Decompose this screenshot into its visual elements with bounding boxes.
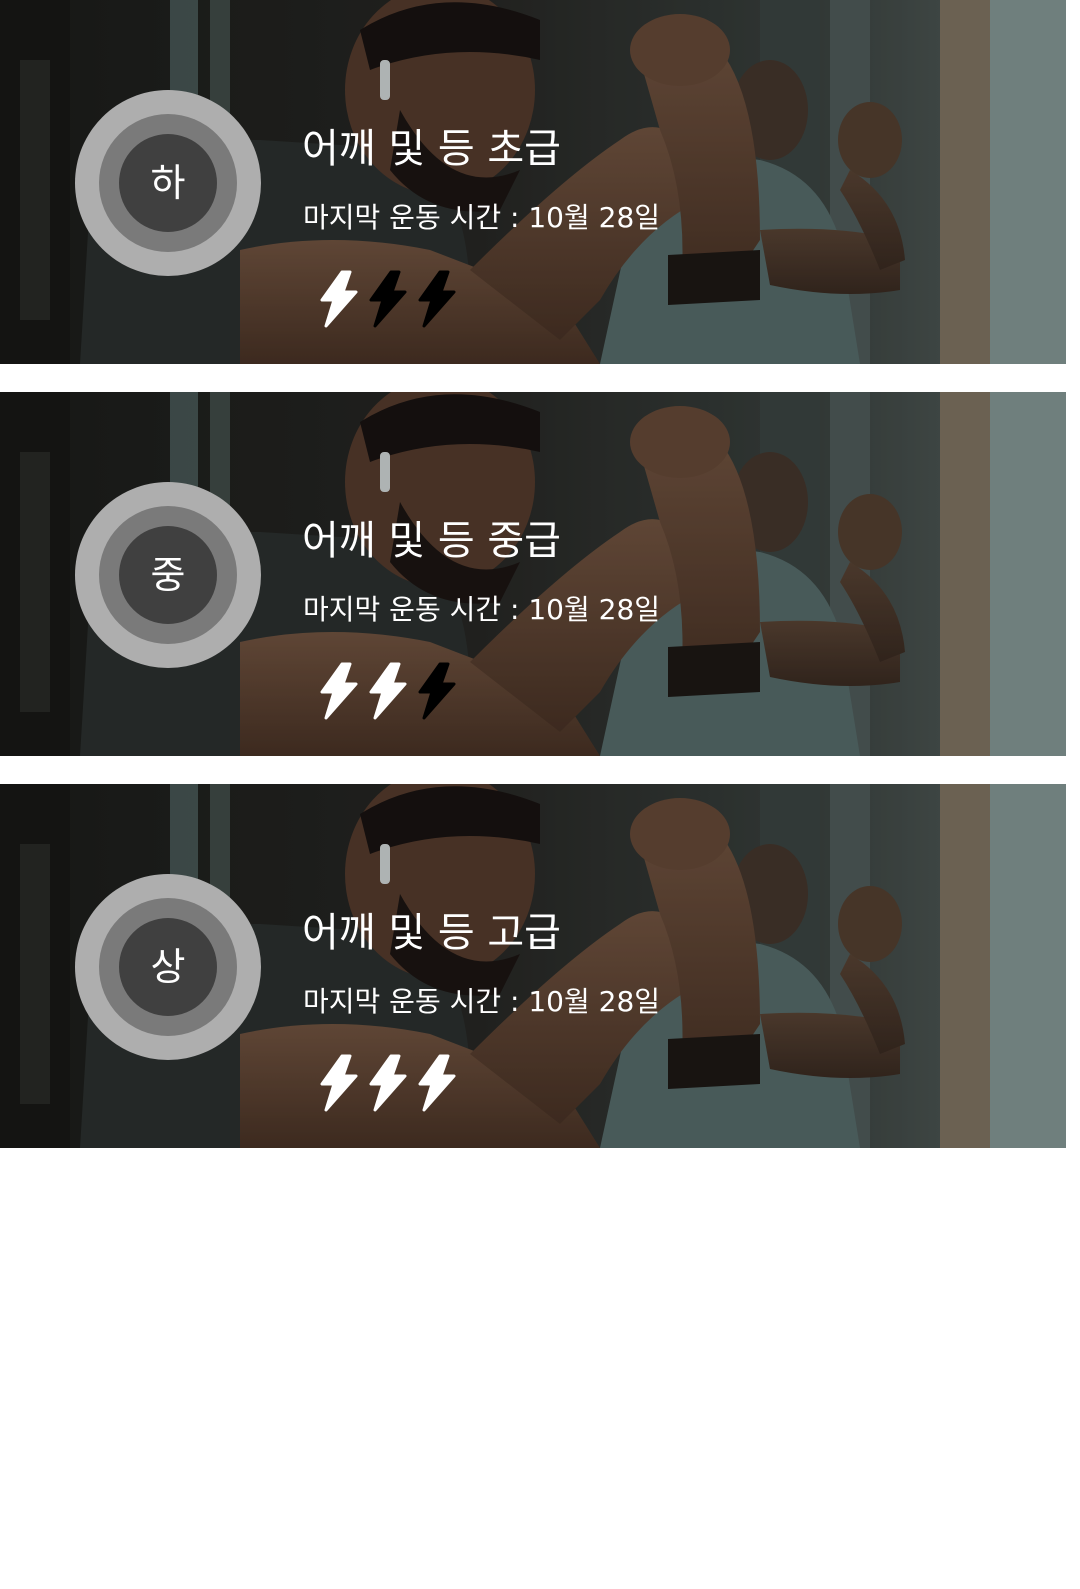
workout-list: 하 어깨 및 등 초급 마지막 운동 시간 : 10월 28일 중 어깨 및 등… xyxy=(0,0,1080,1589)
lightning-bolt-icon-filled xyxy=(316,1054,362,1112)
last-workout-time: 마지막 운동 시간 : 10월 28일 xyxy=(303,201,661,234)
intensity-rating xyxy=(316,270,466,330)
intensity-rating xyxy=(316,1054,466,1114)
lightning-bolt-icon-filled xyxy=(316,270,362,328)
level-badge: 중 xyxy=(75,482,261,668)
lightning-bolt-icon-filled xyxy=(365,662,411,720)
level-badge-text: 하 xyxy=(150,161,186,205)
workout-card-advanced[interactable]: 상 어깨 및 등 고급 마지막 운동 시간 : 10월 28일 xyxy=(0,784,1066,1148)
workout-title: 어깨 및 등 고급 xyxy=(302,910,561,956)
level-badge-text: 중 xyxy=(150,553,186,597)
lightning-bolt-icon-empty xyxy=(414,662,460,720)
intensity-rating xyxy=(316,662,466,722)
lightning-bolt-icon-filled xyxy=(316,662,362,720)
lightning-bolt-icon-empty xyxy=(365,270,411,328)
level-badge-text: 상 xyxy=(150,945,186,989)
lightning-bolt-icon-empty xyxy=(414,270,460,328)
level-badge: 하 xyxy=(75,90,261,276)
last-workout-time: 마지막 운동 시간 : 10월 28일 xyxy=(303,593,661,626)
lightning-bolt-icon-filled xyxy=(414,1054,460,1112)
level-badge: 상 xyxy=(75,874,261,1060)
workout-title: 어깨 및 등 초급 xyxy=(302,126,561,172)
workout-card-intermediate[interactable]: 중 어깨 및 등 중급 마지막 운동 시간 : 10월 28일 xyxy=(0,392,1066,756)
workout-card-beginner[interactable]: 하 어깨 및 등 초급 마지막 운동 시간 : 10월 28일 xyxy=(0,0,1066,364)
lightning-bolt-icon-filled xyxy=(365,1054,411,1112)
last-workout-time: 마지막 운동 시간 : 10월 28일 xyxy=(303,985,661,1018)
workout-title: 어깨 및 등 중급 xyxy=(302,518,561,564)
